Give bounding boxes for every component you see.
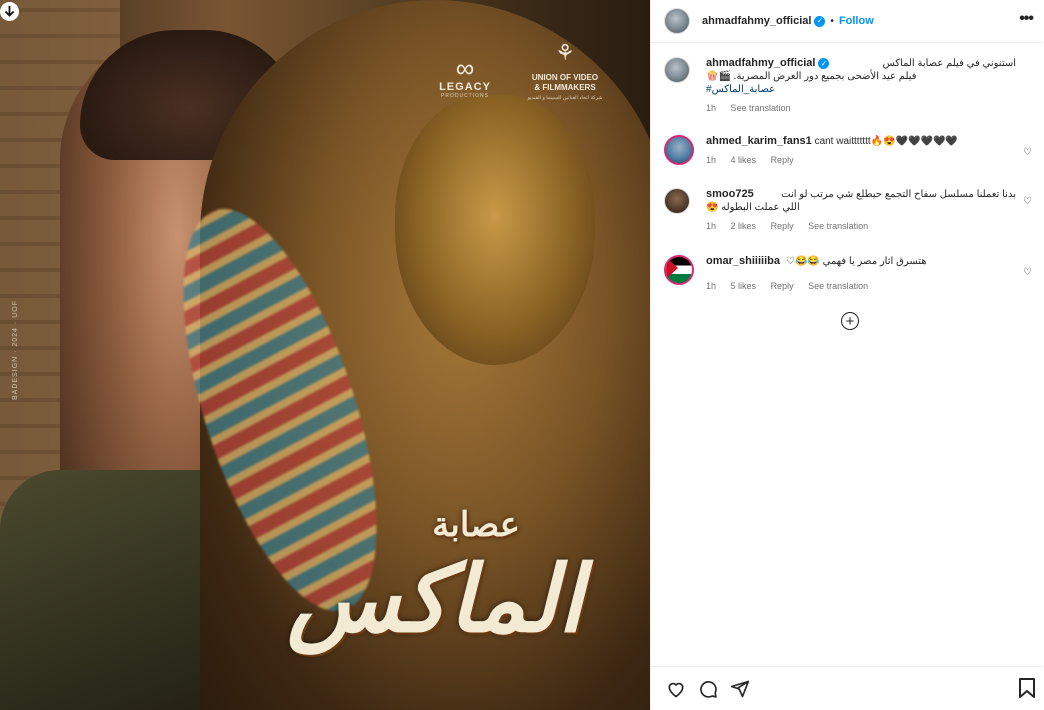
comment-text: بدنا تعملنا مسلسل سفاح التجمع حيطلع شي م… [781, 189, 1016, 200]
union-logo-line1: UNION OF VIDEO [531, 73, 599, 82]
reply-button[interactable]: Reply [771, 155, 794, 165]
infinity-icon: ∞ [455, 53, 475, 83]
plus-circle-icon[interactable]: + [841, 312, 859, 330]
verified-badge-icon: ✓ [818, 58, 830, 69]
comment-time: 1h [706, 155, 717, 165]
separator-dot: • [830, 15, 834, 27]
reply-button[interactable]: Reply [771, 281, 794, 291]
caption-row: ahmadfahmy_official ✓ استنوني في فيلم عص… [664, 57, 1034, 115]
legacy-logo-text: LEGACY [439, 81, 491, 93]
comment-icon[interactable] [696, 677, 720, 701]
see-translation-button[interactable]: See translation [808, 221, 868, 231]
comment-item: ahmed_karim_fans1 cant waittttttt🔥😍🖤🖤🖤🖤🖤… [664, 135, 1034, 167]
caption-username[interactable]: ahmadfahmy_official [706, 57, 815, 70]
heart-icon[interactable]: ♡ [1023, 147, 1032, 158]
commenter-avatar[interactable] [664, 255, 694, 285]
heart-icon[interactable]: ♡ [1023, 196, 1032, 207]
comment-text-line2: اللي عملت البطوله 😍 [706, 202, 800, 213]
comments-list[interactable]: ahmadfahmy_official ✓ استنوني في فيلم عص… [651, 44, 1043, 664]
author-username[interactable]: ahmadfahmy_official [702, 15, 811, 27]
bookmark-icon[interactable] [1017, 677, 1037, 704]
caption-text-line2: فيلم عيد الأضحى بجميع دور العرض المصرية.… [706, 71, 917, 82]
more-options-icon[interactable]: ••• [1019, 10, 1034, 28]
post-actions-bar [651, 666, 1043, 710]
commenter-username[interactable]: omar_shiiiiiba [706, 255, 780, 268]
movie-title-art: عصابة الماكس [240, 505, 630, 685]
comment-text: cant waittttttt🔥😍🖤🖤🖤🖤🖤 [814, 136, 958, 147]
comment-meta: 1h 2 likes Reply See translation [706, 220, 1016, 233]
comment-time: 1h [706, 281, 717, 291]
post-side-panel: ahmadfahmy_official ✓ • Follow ••• ahmad… [650, 0, 1043, 710]
design-credit: BADESIGN · 2024 · UOF [12, 300, 19, 400]
commenter-avatar[interactable] [664, 135, 694, 165]
movie-title-top: عصابة [432, 506, 520, 544]
caption-hashtag[interactable]: #عصابة_الماكس [706, 83, 1016, 96]
post-image[interactable]: ∞ LEGACY PRODUCTIONS ⚘ UNION OF VIDEO & … [0, 0, 650, 710]
commenter-username[interactable]: ahmed_karim_fans1 [706, 135, 812, 147]
union-logo-sub: شركة اتحاد الفنانين للسينما و الفيديو [527, 95, 603, 101]
verified-badge-icon: ✓ [814, 15, 826, 27]
union-logo-line2: & FILMMAKERS [534, 83, 596, 92]
author-avatar[interactable] [664, 57, 690, 83]
caption-meta: 1h See translation [706, 102, 1016, 115]
commenter-username[interactable]: smoo725 [706, 188, 754, 201]
author-avatar[interactable] [664, 8, 690, 34]
comment-time: 1h [706, 221, 717, 231]
heart-icon[interactable] [664, 677, 688, 701]
legacy-logo: ∞ LEGACY PRODUCTIONS [425, 55, 505, 99]
union-logo: ⚘ UNION OF VIDEO & FILMMAKERS شركة اتحاد… [520, 33, 610, 103]
see-translation-button[interactable]: See translation [731, 103, 791, 113]
post-header: ahmadfahmy_official ✓ • Follow ••• [651, 0, 1043, 43]
comment-item: omar_shiiiiiba هتسرق اثار مصر يا فهمي 😂😂… [664, 255, 1034, 293]
comment-meta: 1h 4 likes Reply [706, 154, 1016, 167]
reply-button[interactable]: Reply [771, 221, 794, 231]
legacy-logo-sub: PRODUCTIONS [441, 93, 489, 99]
comment-text: هتسرق اثار مصر يا فهمي 😂😂♡ [785, 256, 927, 267]
caption-time: 1h [706, 103, 717, 113]
heart-icon[interactable]: ♡ [1023, 267, 1032, 278]
comment-likes[interactable]: 2 likes [731, 221, 757, 231]
comment-likes[interactable]: 5 likes [731, 281, 757, 291]
movie-title-main: الماكس [287, 549, 583, 651]
comment-item: smoo725 بدنا تعملنا مسلسل سفاح التجمع حي… [664, 188, 1034, 233]
comment-likes[interactable]: 4 likes [731, 155, 757, 165]
union-mark-icon: ⚘ [555, 40, 575, 65]
download-arrow-icon[interactable] [0, 2, 19, 21]
follow-button[interactable]: Follow [839, 15, 874, 27]
paper-plane-icon[interactable] [728, 677, 752, 701]
caption-text-line1: استنوني في فيلم عصابة الماكس [882, 58, 1016, 69]
see-translation-button[interactable]: See translation [808, 281, 868, 291]
commenter-avatar[interactable] [664, 188, 690, 214]
comment-meta: 1h 5 likes Reply See translation [706, 280, 1016, 293]
pharaoh-face [395, 95, 595, 365]
